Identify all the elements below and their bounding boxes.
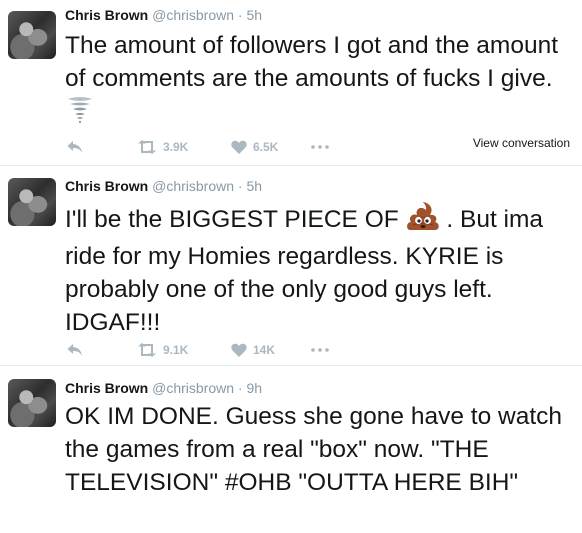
more-icon [311, 145, 329, 149]
tweet-text-content: I'll be the BIGGEST PIECE OF [65, 206, 399, 233]
retweet-icon [138, 343, 156, 357]
more-button[interactable] [311, 340, 329, 360]
display-name[interactable]: Chris Brown [65, 380, 148, 396]
username-handle[interactable]: @chrisbrown [152, 7, 234, 23]
more-button[interactable] [311, 137, 329, 157]
like-count: 14K [253, 343, 276, 357]
tweet-text: OK IM DONE. Guess she gone have to watch… [65, 400, 575, 499]
separator: · [237, 178, 243, 194]
tweet-actions: 3.9K 6.5K [65, 137, 365, 157]
heart-icon [231, 343, 247, 357]
avatar[interactable] [8, 379, 56, 427]
username-handle[interactable]: @chrisbrown [152, 178, 234, 194]
avatar[interactable] [8, 178, 56, 226]
timestamp[interactable]: 5h [246, 178, 262, 194]
reply-button[interactable] [67, 137, 83, 157]
tweet-text-content: The amount of followers I got and the am… [65, 32, 559, 92]
retweet-count: 3.9K [163, 140, 189, 154]
view-conversation-link[interactable]: View conversation [473, 136, 570, 150]
like-button[interactable]: 14K [231, 340, 275, 360]
retweet-count: 9.1K [163, 343, 189, 357]
tweet-actions: 9.1K 14K [65, 340, 365, 360]
timestamp[interactable]: 5h [246, 7, 262, 23]
tweet[interactable]: Chris Brown @chrisbrown · 5h I'll be the… [0, 166, 582, 366]
like-count: 6.5K [253, 140, 279, 154]
reply-icon [67, 344, 82, 356]
retweet-button[interactable]: 3.9K [137, 137, 188, 157]
tweet[interactable]: Chris Brown @chrisbrown · 5h The amount … [0, 0, 582, 166]
tweet-text: I'll be the BIGGEST PIECE OF . But ima r… [65, 201, 575, 339]
timestamp[interactable]: 9h [246, 380, 262, 396]
retweet-icon [138, 140, 156, 154]
separator: · [237, 380, 243, 396]
display-name[interactable]: Chris Brown [65, 7, 148, 23]
reply-icon [67, 141, 82, 153]
more-icon [311, 348, 329, 352]
avatar[interactable] [8, 11, 56, 59]
display-name[interactable]: Chris Brown [65, 178, 148, 194]
tweet-header: Chris Brown @chrisbrown · 9h [65, 380, 262, 396]
tweet-header: Chris Brown @chrisbrown · 5h [65, 178, 262, 194]
tornado-emoji [65, 95, 95, 134]
tweet-header: Chris Brown @chrisbrown · 5h [65, 7, 262, 23]
tweet[interactable]: Chris Brown @chrisbrown · 9h OK IM DONE.… [0, 366, 582, 533]
separator: · [237, 7, 243, 23]
retweet-button[interactable]: 9.1K [137, 340, 188, 360]
like-button[interactable]: 6.5K [231, 137, 278, 157]
heart-icon [231, 140, 247, 154]
username-handle[interactable]: @chrisbrown [152, 380, 234, 396]
poop-emoji [406, 201, 440, 240]
tweet-text-content: OK IM DONE. Guess she gone have to watch… [65, 403, 563, 496]
reply-button[interactable] [67, 340, 83, 360]
tweet-text: The amount of followers I got and the am… [65, 29, 575, 134]
